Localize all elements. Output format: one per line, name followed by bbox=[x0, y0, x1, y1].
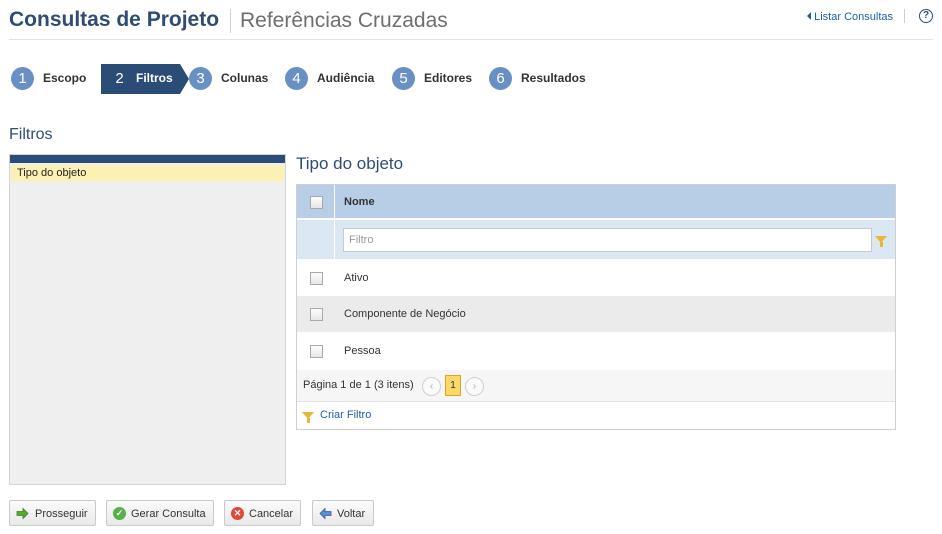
page-header: Consultas de Projeto Referências Cruzada… bbox=[9, 8, 933, 40]
cancel-label: Cancelar bbox=[249, 508, 294, 520]
step-label: Colunas bbox=[221, 71, 269, 85]
row-name: Componente de Negócio bbox=[344, 308, 466, 320]
step-scope[interactable]: 1 Escopo bbox=[11, 64, 96, 94]
filter-funnel-icon[interactable] bbox=[875, 236, 887, 247]
section-title: Filtros bbox=[9, 126, 53, 143]
filter-funnel-icon bbox=[302, 412, 314, 423]
step-columns[interactable]: 3 Colunas bbox=[189, 64, 279, 94]
step-number: 4 bbox=[285, 67, 308, 90]
select-all-checkbox[interactable] bbox=[310, 196, 323, 209]
action-bar: Prosseguir ✓ Gerar Consulta ✕ Cancelar V… bbox=[9, 500, 709, 526]
column-divider bbox=[334, 220, 335, 259]
step-label: Resultados bbox=[521, 71, 586, 85]
step-audience[interactable]: 4 Audiência bbox=[285, 64, 381, 94]
current-page-button[interactable]: 1 bbox=[445, 375, 461, 396]
step-label: Filtros bbox=[136, 71, 173, 85]
step-label: Audiência bbox=[317, 71, 375, 85]
proceed-label: Prosseguir bbox=[35, 508, 88, 520]
create-filter-link[interactable]: Criar Filtro bbox=[297, 404, 895, 429]
step-number: 6 bbox=[489, 67, 512, 90]
caret-left-icon bbox=[807, 12, 812, 20]
cancel-button[interactable]: ✕ Cancelar bbox=[224, 500, 301, 526]
object-type-grid: Nome Ativo Componente de Negócio Pessoa … bbox=[296, 184, 896, 430]
check-circle-icon: ✓ bbox=[113, 507, 126, 520]
table-row[interactable]: Ativo bbox=[297, 260, 895, 296]
step-number: 2 bbox=[115, 70, 124, 87]
step-number: 3 bbox=[189, 67, 212, 90]
create-filter-label: Criar Filtro bbox=[320, 409, 372, 421]
proceed-button[interactable]: Prosseguir bbox=[9, 500, 96, 526]
list-queries-link[interactable]: Listar Consultas bbox=[807, 11, 893, 23]
back-button[interactable]: Voltar bbox=[312, 500, 374, 526]
column-divider bbox=[334, 185, 335, 219]
pager-summary: Página 1 de 1 (3 itens) bbox=[303, 379, 414, 391]
step-number: 1 bbox=[11, 67, 34, 90]
header-divider bbox=[904, 9, 905, 23]
filter-list-item[interactable]: Tipo do objeto bbox=[11, 165, 284, 181]
name-filter-input[interactable] bbox=[343, 228, 872, 252]
close-circle-icon: ✕ bbox=[231, 507, 244, 520]
column-header-name[interactable]: Nome bbox=[344, 196, 375, 208]
next-page-icon[interactable]: › bbox=[465, 377, 484, 396]
step-results[interactable]: 6 Resultados bbox=[489, 64, 599, 94]
step-label: Escopo bbox=[43, 71, 87, 85]
help-icon[interactable]: ? bbox=[919, 9, 933, 23]
arrow-left-icon bbox=[319, 507, 332, 520]
table-row[interactable]: Componente de Negócio bbox=[297, 296, 895, 332]
object-type-title: Tipo do objeto bbox=[296, 154, 404, 173]
row-name: Ativo bbox=[344, 272, 369, 284]
grid-filter-row bbox=[297, 220, 895, 259]
table-row[interactable]: Pessoa bbox=[297, 333, 895, 369]
generate-query-button[interactable]: ✓ Gerar Consulta bbox=[106, 500, 214, 526]
title-divider bbox=[230, 9, 231, 33]
pager: Página 1 de 1 (3 itens) ‹ 1 › bbox=[297, 370, 895, 402]
list-queries-label: Listar Consultas bbox=[814, 11, 893, 23]
step-label: Editores bbox=[424, 71, 473, 85]
filter-list-panel: Tipo do objeto bbox=[9, 154, 286, 485]
wizard-steps: 1 Escopo 2 Filtros 3 Colunas 4 Audiência… bbox=[11, 64, 711, 94]
arrow-right-icon bbox=[16, 507, 29, 520]
prev-page-icon[interactable]: ‹ bbox=[422, 377, 441, 396]
row-checkbox[interactable] bbox=[310, 308, 323, 321]
row-checkbox[interactable] bbox=[310, 345, 323, 358]
back-label: Voltar bbox=[337, 508, 366, 520]
panel-header-bar bbox=[10, 155, 285, 163]
page-subtitle: Referências Cruzadas bbox=[240, 9, 448, 32]
row-checkbox[interactable] bbox=[310, 272, 323, 285]
page-title: Consultas de Projeto bbox=[9, 8, 220, 31]
row-name: Pessoa bbox=[344, 345, 381, 357]
step-filters[interactable]: 2 Filtros bbox=[101, 64, 189, 94]
step-editors[interactable]: 5 Editores bbox=[392, 64, 484, 94]
step-number: 5 bbox=[392, 67, 415, 90]
generate-query-label: Gerar Consulta bbox=[131, 508, 206, 520]
grid-header: Nome bbox=[297, 185, 895, 219]
